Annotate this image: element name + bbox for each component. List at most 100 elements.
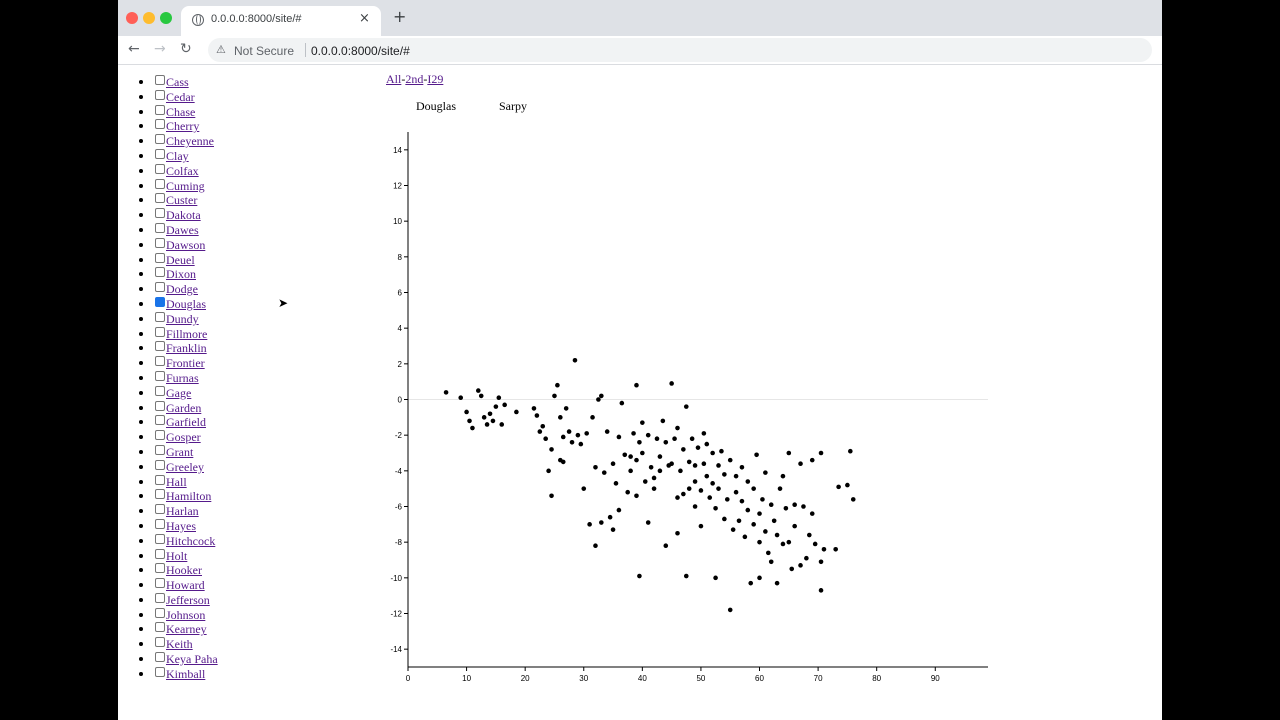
county-checkbox[interactable] [155, 607, 165, 618]
county-link[interactable]: Furnas [166, 371, 199, 385]
county-link[interactable]: Cuming [166, 179, 205, 193]
county-checkbox[interactable] [155, 430, 165, 441]
county-checkbox[interactable] [155, 459, 165, 470]
county-link[interactable]: Frontier [166, 356, 205, 370]
county-checkbox[interactable] [155, 474, 165, 485]
county-checkbox[interactable] [155, 533, 165, 544]
county-checkbox[interactable] [155, 444, 165, 455]
county-link[interactable]: Chase [166, 105, 195, 119]
county-link[interactable]: Holt [166, 549, 187, 563]
county-link[interactable]: Colfax [166, 164, 199, 178]
county-checkbox[interactable] [155, 296, 165, 307]
minimize-window-button[interactable] [143, 12, 155, 24]
county-link[interactable]: Johnson [166, 608, 205, 622]
url-text[interactable]: 0.0.0.0:8000/site/# [311, 44, 410, 58]
county-checkbox[interactable] [155, 622, 165, 633]
county-checkbox[interactable] [155, 311, 165, 322]
county-link[interactable]: Gosper [166, 430, 201, 444]
county-checkbox[interactable] [155, 652, 165, 663]
county-checkbox[interactable] [155, 385, 165, 396]
county-checkbox[interactable] [155, 370, 165, 381]
county-link[interactable]: Clay [166, 149, 189, 163]
county-checkbox[interactable] [155, 356, 165, 367]
county-item: Cedar [139, 89, 195, 105]
county-link[interactable]: Harlan [166, 504, 199, 518]
county-checkbox[interactable] [155, 193, 165, 204]
county-checkbox[interactable] [155, 89, 165, 100]
county-link[interactable]: Cheyenne [166, 134, 214, 148]
county-checkbox[interactable] [155, 237, 165, 248]
county-checkbox[interactable] [155, 563, 165, 574]
county-link[interactable]: Dodge [166, 282, 198, 296]
reload-icon[interactable]: ↻ [180, 41, 192, 57]
county-checkbox[interactable] [155, 222, 165, 233]
county-link[interactable]: Howard [166, 578, 205, 592]
county-checkbox[interactable] [155, 578, 165, 589]
county-checkbox[interactable] [155, 548, 165, 559]
address-bar[interactable]: ⚠ Not Secure 0.0.0.0:8000/site/# [208, 38, 1152, 62]
county-link[interactable]: Dundy [166, 312, 199, 326]
county-link[interactable]: Grant [166, 445, 193, 459]
county-checkbox[interactable] [155, 119, 165, 130]
back-arrow-icon[interactable]: ← [128, 41, 140, 57]
forward-arrow-icon[interactable]: → [154, 41, 166, 57]
county-checkbox[interactable] [155, 252, 165, 263]
county-link[interactable]: Hayes [166, 519, 196, 533]
county-link[interactable]: Dawson [166, 238, 205, 252]
county-checkbox[interactable] [155, 489, 165, 500]
data-point [464, 409, 469, 415]
county-link[interactable]: Custer [166, 193, 197, 207]
county-checkbox[interactable] [155, 592, 165, 603]
county-checkbox[interactable] [155, 178, 165, 189]
filter-i29-link[interactable]: I29 [427, 72, 443, 86]
browser-tab[interactable]: 0.0.0.0:8000/site/# × [181, 6, 381, 36]
county-checkbox[interactable] [155, 148, 165, 159]
county-link[interactable]: Dixon [166, 267, 196, 281]
county-checkbox[interactable] [155, 666, 165, 677]
county-link[interactable]: Fillmore [166, 327, 207, 341]
filter-2nd-link[interactable]: 2nd [405, 72, 423, 86]
county-checkbox[interactable] [155, 75, 165, 85]
county-checkbox[interactable] [155, 400, 165, 411]
county-link[interactable]: Cass [166, 75, 189, 89]
maximize-window-button[interactable] [160, 12, 172, 24]
county-link[interactable]: Franklin [166, 341, 207, 355]
county-checkbox[interactable] [155, 208, 165, 219]
not-secure-label[interactable]: Not Secure [234, 44, 294, 58]
county-checkbox[interactable] [155, 267, 165, 278]
county-link[interactable]: Hall [166, 475, 187, 489]
county-link[interactable]: Dawes [166, 223, 199, 237]
filter-all-link[interactable]: All [386, 72, 401, 86]
tab-close-icon[interactable]: × [359, 11, 370, 26]
county-checkbox[interactable] [155, 104, 165, 115]
county-link[interactable]: Jefferson [166, 593, 210, 607]
county-checkbox[interactable] [155, 504, 165, 515]
county-link[interactable]: Hamilton [166, 489, 211, 503]
county-link[interactable]: Cedar [166, 90, 195, 104]
county-link[interactable]: Keya Paha [166, 652, 218, 666]
county-checkbox[interactable] [155, 637, 165, 648]
county-link[interactable]: Deuel [166, 253, 195, 267]
county-link[interactable]: Garden [166, 401, 201, 415]
county-checkbox[interactable] [155, 134, 165, 145]
county-checkbox[interactable] [155, 163, 165, 174]
county-link[interactable]: Greeley [166, 460, 204, 474]
county-checkbox[interactable] [155, 341, 165, 352]
county-link[interactable]: Gage [166, 386, 191, 400]
county-link[interactable]: Hooker [166, 563, 202, 577]
county-link[interactable]: Dakota [166, 208, 201, 222]
county-checkbox[interactable] [155, 518, 165, 529]
county-link[interactable]: Keith [166, 637, 193, 651]
county-checkbox[interactable] [155, 326, 165, 337]
county-checkbox[interactable] [155, 282, 165, 293]
county-link[interactable]: Hitchcock [166, 534, 215, 548]
county-link[interactable]: Garfield [166, 415, 206, 429]
data-point [745, 507, 751, 513]
county-link[interactable]: Cherry [166, 119, 199, 133]
county-link[interactable]: Kearney [166, 622, 207, 636]
county-link[interactable]: Kimball [166, 667, 205, 681]
new-tab-icon[interactable]: + [393, 9, 406, 25]
close-window-button[interactable] [126, 12, 138, 24]
county-checkbox[interactable] [155, 415, 165, 426]
county-link[interactable]: Douglas [166, 297, 206, 311]
